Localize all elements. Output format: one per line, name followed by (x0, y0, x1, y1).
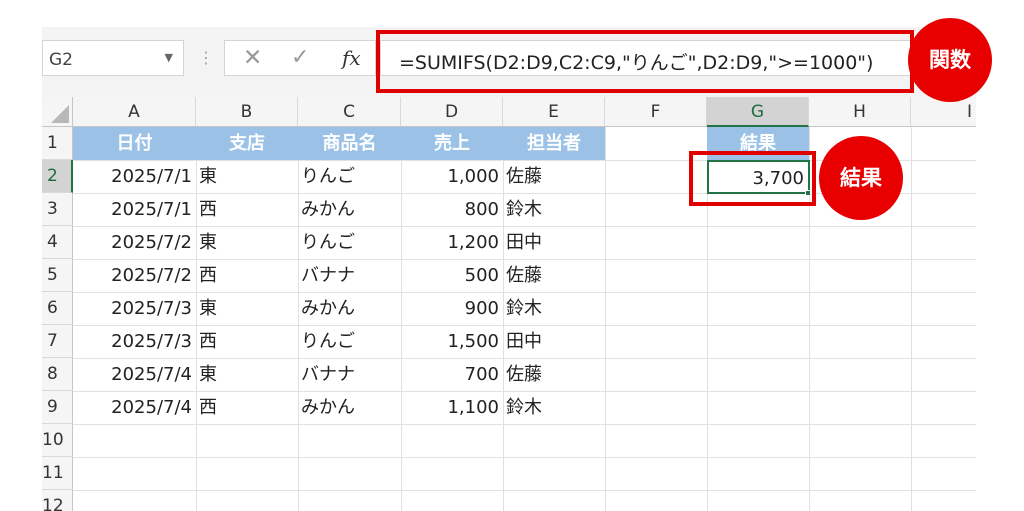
cell-staff[interactable]: 鈴木 (503, 391, 605, 424)
cell-product[interactable]: りんご (298, 160, 401, 193)
chevron-down-icon[interactable]: ▼ (165, 51, 173, 64)
cell-branch[interactable]: 東 (196, 292, 298, 325)
row-header-10[interactable]: 10 (42, 424, 73, 457)
column-header-h[interactable]: H (809, 97, 911, 127)
cell-product[interactable]: みかん (298, 292, 401, 325)
result-badge: 結果 (819, 136, 903, 220)
cell-branch[interactable]: 東 (196, 226, 298, 259)
cell-branch[interactable]: 東 (196, 358, 298, 391)
row-header-9[interactable]: 9 (42, 391, 73, 424)
cell-branch[interactable]: 西 (196, 193, 298, 226)
header-cell-product[interactable]: 商品名 (298, 127, 401, 160)
cell-product[interactable]: みかん (298, 193, 401, 226)
header-cell-branch[interactable]: 支店 (196, 127, 298, 160)
cell-sales[interactable]: 1,000 (401, 160, 503, 193)
cell-sales[interactable]: 800 (401, 193, 503, 226)
row-header-8[interactable]: 8 (42, 358, 73, 391)
cell-staff[interactable]: 田中 (503, 226, 605, 259)
column-header-b[interactable]: B (196, 97, 298, 127)
column-header-g[interactable]: G (707, 97, 809, 127)
cell-product[interactable]: りんご (298, 226, 401, 259)
formula-highlight-box (376, 30, 914, 93)
cancel-icon[interactable]: ✕ (243, 45, 262, 71)
header-cell-date[interactable]: 日付 (73, 127, 196, 160)
cell-date[interactable]: 2025/7/1 (73, 193, 196, 226)
row-header-5[interactable]: 5 (42, 259, 73, 292)
cell-product[interactable]: バナナ (298, 358, 401, 391)
insert-function-icon[interactable]: fx (342, 46, 361, 70)
enter-icon[interactable]: ✓ (291, 45, 309, 70)
row-header-12[interactable]: 12 (42, 490, 73, 511)
cell-staff[interactable]: 鈴木 (503, 193, 605, 226)
formula-buttons: ✕ ✓ fx (224, 40, 376, 76)
select-all-button[interactable] (42, 97, 73, 127)
cell-product[interactable]: りんご (298, 325, 401, 358)
column-header-d[interactable]: D (401, 97, 503, 127)
row-header-2[interactable]: 2 (42, 160, 73, 193)
cell-sales[interactable]: 900 (401, 292, 503, 325)
row-header-6[interactable]: 6 (42, 292, 73, 325)
cell-product[interactable]: バナナ (298, 259, 401, 292)
cell-branch[interactable]: 西 (196, 391, 298, 424)
cell-branch[interactable]: 西 (196, 259, 298, 292)
cell-sales[interactable]: 700 (401, 358, 503, 391)
cell-staff[interactable]: 佐藤 (503, 259, 605, 292)
cell-sales[interactable]: 1,100 (401, 391, 503, 424)
cell-product[interactable]: みかん (298, 391, 401, 424)
row-header-1[interactable]: 1 (42, 127, 73, 160)
drag-handle-icon[interactable]: ⋮ (198, 48, 214, 67)
cell-date[interactable]: 2025/7/2 (73, 226, 196, 259)
cell-sales[interactable]: 1,500 (401, 325, 503, 358)
cell-date[interactable]: 2025/7/2 (73, 259, 196, 292)
column-header-c[interactable]: C (298, 97, 401, 127)
cell-date[interactable]: 2025/7/1 (73, 160, 196, 193)
cell-staff[interactable]: 佐藤 (503, 160, 605, 193)
function-badge: 関数 (908, 18, 992, 102)
cell-date[interactable]: 2025/7/4 (73, 358, 196, 391)
column-header-e[interactable]: E (503, 97, 605, 127)
row-header-11[interactable]: 11 (42, 457, 73, 490)
row-header-7[interactable]: 7 (42, 325, 73, 358)
column-header-a[interactable]: A (73, 97, 196, 127)
name-box-value: G2 (49, 50, 73, 70)
cell-staff[interactable]: 佐藤 (503, 358, 605, 391)
cell-date[interactable]: 2025/7/3 (73, 325, 196, 358)
cell-date[interactable]: 2025/7/3 (73, 292, 196, 325)
column-header-f[interactable]: F (605, 97, 707, 127)
name-box[interactable]: G2 ▼ (42, 40, 184, 76)
header-cell-sales[interactable]: 売上 (401, 127, 503, 160)
cell-date[interactable]: 2025/7/4 (73, 391, 196, 424)
cell-sales[interactable]: 500 (401, 259, 503, 292)
cell-branch[interactable]: 東 (196, 160, 298, 193)
header-cell-staff[interactable]: 担当者 (503, 127, 605, 160)
cell-staff[interactable]: 鈴木 (503, 292, 605, 325)
cell-sales[interactable]: 1,200 (401, 226, 503, 259)
row-header-4[interactable]: 4 (42, 226, 73, 259)
cell-branch[interactable]: 西 (196, 325, 298, 358)
cell-staff[interactable]: 田中 (503, 325, 605, 358)
row-header-3[interactable]: 3 (42, 193, 73, 226)
result-highlight-box (689, 151, 816, 206)
